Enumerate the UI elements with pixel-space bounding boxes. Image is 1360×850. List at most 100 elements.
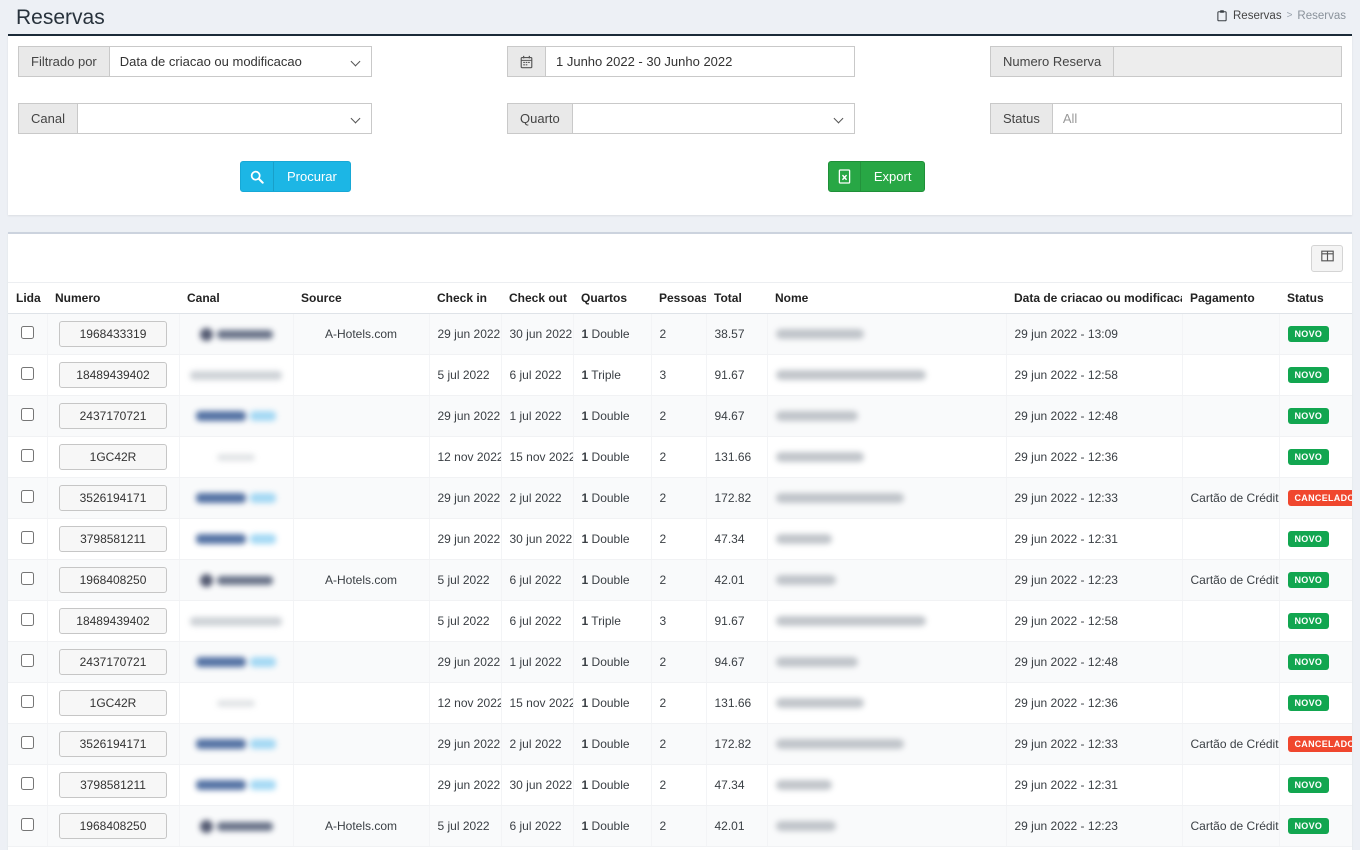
- quartos-cell: 1 Double: [573, 478, 651, 519]
- nome-cell: [767, 683, 1006, 724]
- filtered-by-select[interactable]: Data de criacao ou modificacao: [109, 46, 372, 77]
- canal-cell: [179, 683, 293, 724]
- guest-name-redacted: [776, 452, 864, 462]
- total-cell: 91.67: [706, 601, 767, 642]
- reservation-number-button[interactable]: 1968408250: [59, 813, 167, 839]
- created-date-cell: 29 jun 2022 - 13:09: [1006, 314, 1182, 355]
- status-input[interactable]: All: [1052, 103, 1342, 134]
- total-cell: 172.82: [706, 478, 767, 519]
- search-button-label: Procurar: [274, 162, 350, 191]
- source-cell: [293, 478, 429, 519]
- check-in-cell: 29 jun 2022: [429, 765, 501, 806]
- row-checkbox[interactable]: [21, 736, 34, 749]
- channel-select[interactable]: [77, 103, 372, 134]
- check-in-cell: 12 nov 2022: [429, 683, 501, 724]
- breadcrumb-home-link[interactable]: Reservas: [1233, 10, 1282, 22]
- row-checkbox[interactable]: [21, 572, 34, 585]
- search-button[interactable]: Procurar: [240, 161, 351, 192]
- status-badge: NOVO: [1288, 449, 1330, 465]
- row-checkbox[interactable]: [21, 654, 34, 667]
- quartos-cell: 1 Double: [573, 437, 651, 478]
- guest-name-redacted: [776, 493, 904, 503]
- status-badge: NOVO: [1288, 613, 1330, 629]
- date-range-input[interactable]: 1 Junho 2022 - 30 Junho 2022: [545, 46, 855, 77]
- pessoas-cell: 3: [651, 355, 706, 396]
- table-columns-icon: [1320, 249, 1335, 268]
- reservation-number-button[interactable]: 3526194171: [59, 485, 167, 511]
- row-checkbox[interactable]: [21, 408, 34, 421]
- column-header-pessoas: Pessoas: [651, 283, 706, 314]
- room-select[interactable]: [572, 103, 855, 134]
- lida-cell: [8, 519, 47, 560]
- reservation-number-button[interactable]: 2437170721: [59, 403, 167, 429]
- created-date-cell: 29 jun 2022 - 12:31: [1006, 765, 1182, 806]
- total-cell: 94.67: [706, 396, 767, 437]
- reservation-number-button[interactable]: 18489439402: [59, 608, 167, 634]
- created-date-cell: 29 jun 2022 - 12:58: [1006, 355, 1182, 396]
- row-checkbox[interactable]: [21, 367, 34, 380]
- check-in-cell: 29 jun 2022: [429, 478, 501, 519]
- reservations-icon: [1216, 9, 1228, 22]
- reservation-number-button[interactable]: 1GC42R: [59, 444, 167, 470]
- reservation-number-button[interactable]: 2437170721: [59, 649, 167, 675]
- reservation-number-button[interactable]: 1968408250: [59, 567, 167, 593]
- table-row: 1968433319A-Hotels.com29 jun 202230 jun …: [8, 314, 1352, 355]
- pessoas-cell: 2: [651, 765, 706, 806]
- reservation-number-button[interactable]: 3798581211: [59, 772, 167, 798]
- reservation-number-button[interactable]: 18489439402: [59, 362, 167, 388]
- pessoas-cell: 2: [651, 478, 706, 519]
- numero-cell: 1968408250: [47, 560, 179, 601]
- room-group: Quarto: [507, 103, 855, 134]
- row-checkbox[interactable]: [21, 695, 34, 708]
- channel-logo-redacted: [188, 371, 285, 380]
- column-header-quartos: Quartos: [573, 283, 651, 314]
- check-in-cell: 29 jun 2022: [429, 642, 501, 683]
- nome-cell: [767, 437, 1006, 478]
- check-in-cell: 12 nov 2022: [429, 437, 501, 478]
- chevron-down-icon: [834, 114, 844, 124]
- channel-logo-redacted: [188, 328, 285, 341]
- pagamento-cell: [1182, 396, 1279, 437]
- column-header-check-out: Check out: [501, 283, 573, 314]
- row-checkbox[interactable]: [21, 818, 34, 831]
- check-in-cell: 29 jun 2022: [429, 724, 501, 765]
- reservation-number-button[interactable]: 1968433319: [59, 321, 167, 347]
- channel-logo-redacted: [188, 780, 285, 790]
- column-header-pagamento: Pagamento: [1182, 283, 1279, 314]
- created-date-cell: 29 jun 2022 - 12:58: [1006, 601, 1182, 642]
- nome-cell: [767, 560, 1006, 601]
- row-checkbox[interactable]: [21, 326, 34, 339]
- row-checkbox[interactable]: [21, 490, 34, 503]
- lida-cell: [8, 724, 47, 765]
- pagamento-cell: Cartão de Crédito: [1182, 478, 1279, 519]
- source-cell: [293, 724, 429, 765]
- reservation-number-button[interactable]: 3798581211: [59, 526, 167, 552]
- column-header-canal: Canal: [179, 283, 293, 314]
- reservation-number-input[interactable]: [1113, 46, 1342, 77]
- guest-name-redacted: [776, 821, 836, 831]
- row-checkbox[interactable]: [21, 449, 34, 462]
- row-checkbox[interactable]: [21, 777, 34, 790]
- status-cell: NOVO: [1279, 601, 1352, 642]
- guest-name-redacted: [776, 698, 864, 708]
- check-out-cell: 6 jul 2022: [501, 806, 573, 847]
- pagamento-cell: Cartão de Crédito: [1182, 724, 1279, 765]
- canal-cell: [179, 355, 293, 396]
- columns-toggle-button[interactable]: [1311, 245, 1343, 272]
- status-cell: NOVO: [1279, 642, 1352, 683]
- numero-cell: 2437170721: [47, 642, 179, 683]
- source-cell: [293, 601, 429, 642]
- table-row: 352619417129 jun 20222 jul 20221 Double2…: [8, 724, 1352, 765]
- table-row: 1968408250A-Hotels.com5 jul 20226 jul 20…: [8, 560, 1352, 601]
- reservation-number-button[interactable]: 3526194171: [59, 731, 167, 757]
- table-row: 184894394025 jul 20226 jul 20221 Triple3…: [8, 355, 1352, 396]
- status-cell: NOVO: [1279, 765, 1352, 806]
- quartos-cell: 1 Triple: [573, 355, 651, 396]
- reservation-number-button[interactable]: 1GC42R: [59, 690, 167, 716]
- quartos-cell: 1 Double: [573, 396, 651, 437]
- export-button[interactable]: Export: [828, 161, 926, 192]
- check-in-cell: 29 jun 2022: [429, 519, 501, 560]
- total-cell: 91.67: [706, 355, 767, 396]
- row-checkbox[interactable]: [21, 613, 34, 626]
- row-checkbox[interactable]: [21, 531, 34, 544]
